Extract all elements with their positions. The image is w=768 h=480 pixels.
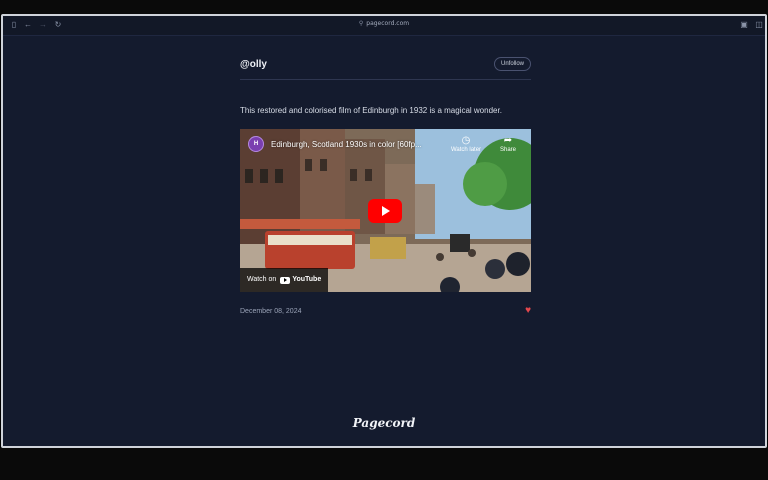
browser-toolbar: ▯ ← → ↻ ⚲ pagecord.com ▣ ◫ bbox=[3, 16, 765, 36]
post: @olly Unfollow This restored and coloris… bbox=[240, 54, 531, 318]
youtube-logo: YouTube bbox=[280, 268, 321, 292]
extension-icon[interactable]: ▣ bbox=[739, 20, 749, 30]
browser-window: ▯ ← → ↻ ⚲ pagecord.com ▣ ◫ @olly Unfollow… bbox=[1, 14, 767, 448]
heart-icon[interactable]: ♥ bbox=[525, 306, 531, 316]
url-text: pagecord.com bbox=[366, 20, 410, 27]
share-button[interactable]: ➦ Share bbox=[488, 135, 528, 153]
channel-avatar[interactable]: H bbox=[248, 136, 264, 152]
youtube-wordmark: YouTube bbox=[292, 276, 322, 283]
share-label: Share bbox=[499, 147, 516, 153]
tabs-overview-icon[interactable]: ◫ bbox=[754, 20, 764, 30]
watch-later-label: Watch later bbox=[450, 147, 482, 153]
watch-later-button[interactable]: ◷ Watch later bbox=[446, 135, 486, 153]
link-icon: ⚲ bbox=[358, 20, 364, 27]
screen-top-bar bbox=[0, 0, 768, 14]
clock-icon: ◷ bbox=[461, 135, 471, 146]
play-button[interactable] bbox=[368, 199, 402, 223]
share-icon: ➦ bbox=[503, 135, 513, 146]
youtube-play-icon bbox=[280, 276, 291, 284]
video-title[interactable]: Edinburgh, Scotland 1930s in color [60fp… bbox=[271, 140, 422, 149]
watch-on-label: Watch on bbox=[247, 276, 277, 283]
screen-bottom-bar bbox=[0, 448, 768, 480]
youtube-embed[interactable]: H Edinburgh, Scotland 1930s in color [60… bbox=[240, 129, 531, 292]
address-bar[interactable]: ⚲ pagecord.com bbox=[3, 20, 765, 27]
post-date[interactable]: December 08, 2024 bbox=[240, 308, 301, 315]
post-text: This restored and colorised film of Edin… bbox=[240, 106, 502, 115]
unfollow-button[interactable]: Unfollow bbox=[493, 57, 531, 71]
watch-on-youtube-button[interactable]: Watch on YouTube bbox=[240, 268, 329, 292]
author-handle[interactable]: @olly bbox=[240, 59, 267, 70]
post-meta: December 08, 2024 ♥ bbox=[240, 306, 531, 318]
pagecord-logo[interactable]: Pagecord bbox=[3, 416, 765, 430]
post-header: @olly Unfollow bbox=[240, 54, 531, 80]
